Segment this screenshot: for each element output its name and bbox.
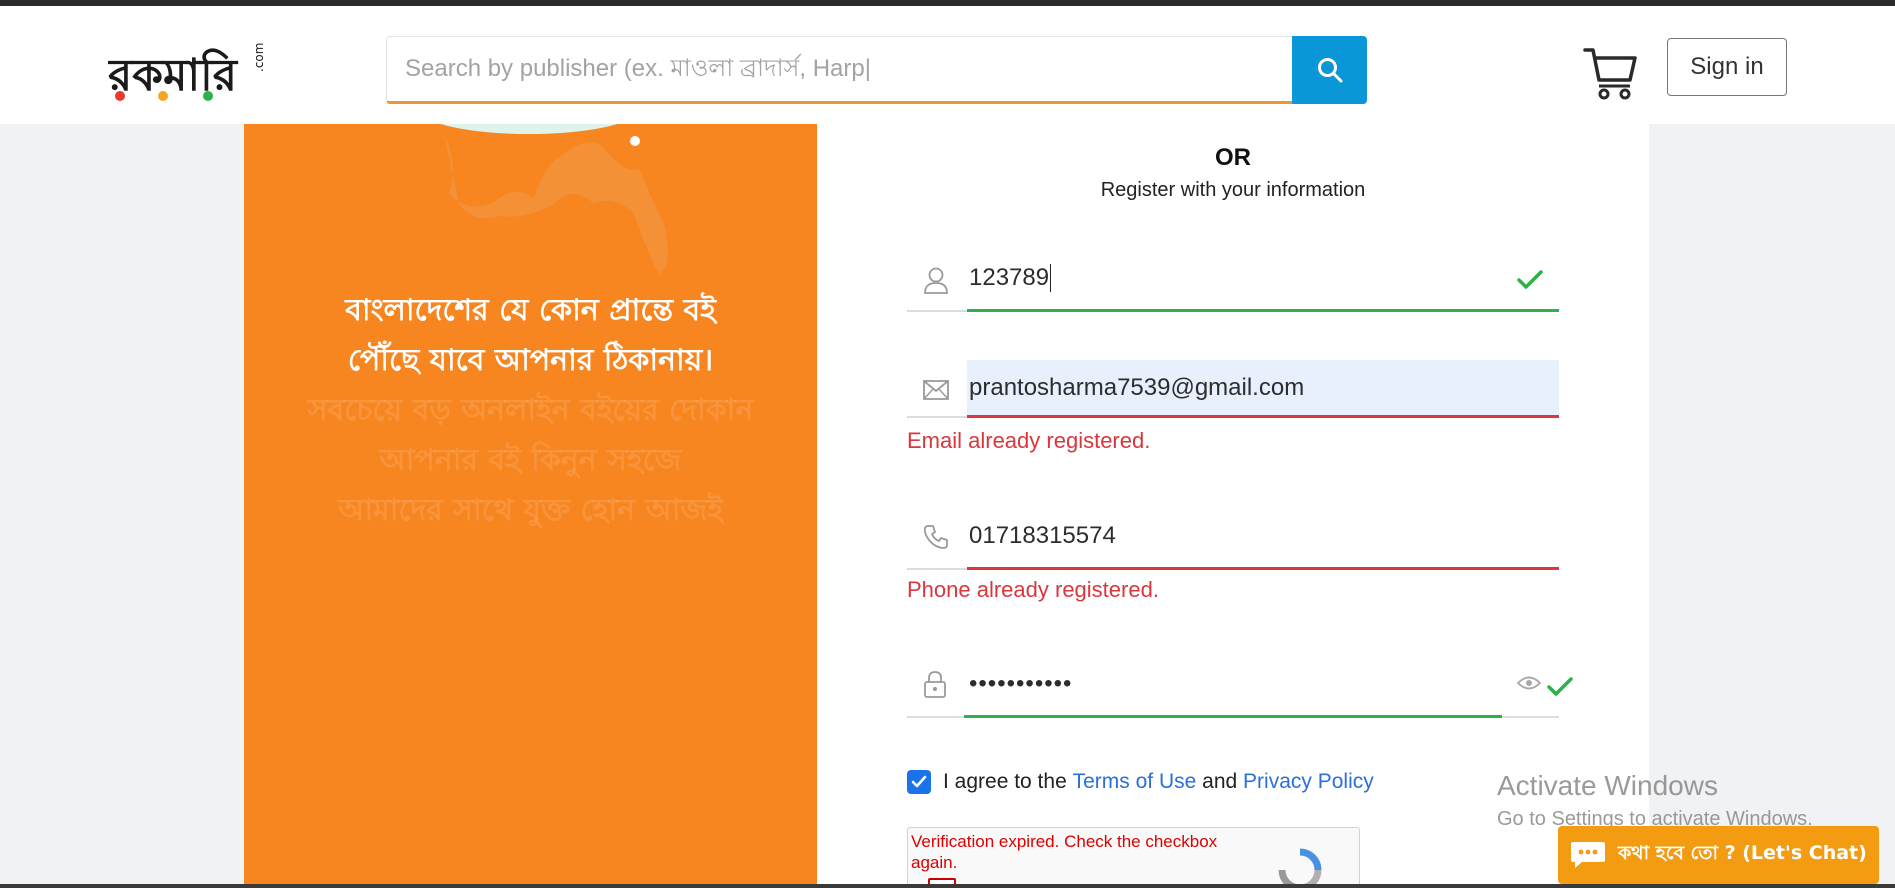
sign-in-button[interactable]: Sign in	[1667, 38, 1787, 96]
promo-faded-line-3: আমাদের সাথে যুক্ত হোন আজই	[338, 493, 723, 528]
chat-button[interactable]: কথা হবে তো ? (Let's Chat)	[1558, 826, 1879, 884]
logo-wordmark: রকমারি	[108, 48, 239, 101]
terms-agreement: I agree to the Terms of Use and Privacy …	[907, 770, 1374, 794]
name-underline	[967, 309, 1559, 312]
watermark-title: Activate Windows	[1497, 770, 1718, 801]
promo-faded-line-1: সবচেয়ে বড় অনলাইন বইয়ের দোকান	[307, 393, 754, 428]
chat-bubble-icon	[1570, 840, 1606, 870]
check-icon	[1547, 677, 1573, 696]
agree-and: and	[1202, 770, 1238, 793]
phone-field: 01718315574	[907, 512, 1559, 582]
or-divider: OR	[1215, 144, 1251, 171]
windows-activation-watermark: Activate Windows Go to Settings to activ…	[1497, 770, 1813, 831]
taskbar-strip	[0, 884, 1895, 888]
terms-link[interactable]: Terms of Use	[1073, 770, 1197, 794]
recaptcha-icon	[1278, 848, 1322, 888]
phone-underline	[967, 567, 1559, 570]
password-underline	[964, 715, 1502, 718]
site-header: রকমারি .com Sign in	[0, 6, 1895, 124]
phone-error: Phone already registered.	[907, 577, 1159, 602]
agree-checkbox[interactable]	[907, 770, 931, 794]
register-subtitle: Register with your information	[1100, 179, 1366, 201]
agree-prefix: I agree to the	[943, 770, 1067, 793]
password-field: •••••••••••	[907, 660, 1573, 730]
email-error: Email already registered.	[907, 428, 1151, 453]
search-input[interactable]	[387, 37, 1293, 101]
search-icon	[1317, 58, 1342, 83]
logo-graphic: রকমারি .com	[106, 43, 266, 101]
promo-line-1: বাংলাদেশের যে কোন প্রান্তে বই	[345, 293, 716, 328]
user-icon	[923, 266, 949, 299]
chat-label: কথা হবে তো ? (Let's Chat)	[1618, 842, 1867, 864]
email-underline	[967, 415, 1559, 418]
cart-button[interactable]	[1582, 44, 1638, 100]
cart-icon	[1583, 48, 1637, 100]
lock-icon	[923, 670, 947, 703]
email-input[interactable]: prantosharma7539@gmail.com	[967, 360, 1559, 416]
password-input[interactable]: •••••••••••	[967, 668, 1072, 700]
name-field: 123789	[907, 254, 1559, 324]
promo-panel: বাংলাদেশের যে কোন প্রান্তে বই পৌঁছে যাবে…	[244, 124, 817, 888]
logo-suffix: .com	[252, 43, 266, 72]
checkmark-icon	[911, 775, 927, 788]
check-icon	[1517, 270, 1543, 289]
search-bar	[386, 36, 1367, 104]
recaptcha-widget: Verification expired. Check the checkbox…	[907, 827, 1360, 888]
recaptcha-error: Verification expired. Check the checkbox…	[911, 832, 1218, 872]
promo-line-2: পৌঁছে যাবে আপনার ঠিকানায়।	[347, 343, 714, 378]
eye-icon[interactable]	[1517, 675, 1541, 691]
privacy-link[interactable]: Privacy Policy	[1243, 770, 1374, 794]
rokomari-logo[interactable]: রকমারি .com	[106, 42, 273, 104]
email-field: prantosharma7539@gmail.com	[907, 360, 1559, 430]
phone-input[interactable]: 01718315574	[967, 520, 1116, 552]
name-value: 123789	[969, 264, 1050, 291]
envelope-icon	[923, 380, 949, 405]
name-input[interactable]: 123789	[967, 262, 1052, 294]
text-caret	[1050, 264, 1052, 292]
phone-icon	[923, 524, 949, 555]
promo-faded-line-2: আপনার বই কিনুন সহজে	[379, 443, 682, 478]
map-illustration	[441, 124, 668, 274]
search-button[interactable]	[1292, 36, 1367, 104]
